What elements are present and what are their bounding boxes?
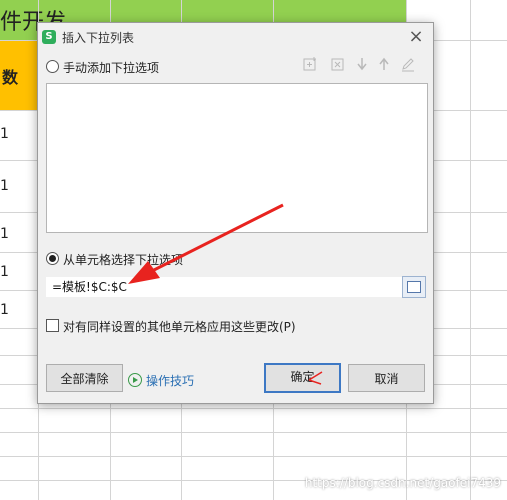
wps-app-icon: S xyxy=(42,30,56,44)
grid-line xyxy=(0,456,507,457)
edit-item-icon[interactable] xyxy=(400,56,416,72)
ok-button[interactable]: 确定 xyxy=(264,363,341,393)
apply-all-label[interactable]: 对有同样设置的其他单元格应用这些更改(P) xyxy=(63,318,296,335)
header-cell-text: 数 xyxy=(2,68,19,87)
dropdown-items-list[interactable] xyxy=(46,83,428,233)
cell-value: 1 xyxy=(0,126,9,142)
manual-option-label[interactable]: 手动添加下拉选项 xyxy=(63,59,159,76)
delete-item-icon[interactable] xyxy=(330,56,346,72)
tips-link[interactable]: 操作技巧 xyxy=(146,372,194,389)
grid-line xyxy=(0,432,507,433)
dialog-titlebar[interactable]: S 插入下拉列表 × xyxy=(38,23,433,51)
cell-option-label[interactable]: 从单元格选择下拉选项 xyxy=(63,251,183,268)
dialog-title: 插入下拉列表 xyxy=(62,31,135,45)
clear-all-button[interactable]: 全部清除 xyxy=(46,364,123,392)
close-button[interactable]: × xyxy=(405,26,427,48)
grid-line xyxy=(0,408,507,409)
cell-option-radio[interactable] xyxy=(46,252,59,265)
cell-value: 1 xyxy=(0,302,9,318)
add-item-icon[interactable] xyxy=(302,56,318,72)
source-range-input[interactable]: =模板!$C:$C xyxy=(46,277,404,297)
range-select-button[interactable] xyxy=(402,276,426,298)
cancel-button[interactable]: 取消 xyxy=(348,364,425,392)
cell-value: 1 xyxy=(0,226,9,242)
cell-value: 1 xyxy=(0,264,9,280)
insert-dropdown-dialog: S 插入下拉列表 × 手动添加下拉选项 从单元格选择下拉选项 =模板!$C:$C… xyxy=(37,22,434,404)
range-select-icon xyxy=(407,281,421,293)
manual-option-radio[interactable] xyxy=(46,60,59,73)
grid-line xyxy=(470,0,471,500)
play-icon xyxy=(128,373,142,387)
cell-value: 1 xyxy=(0,178,9,194)
move-up-icon[interactable] xyxy=(376,56,392,72)
watermark: https://blog.csdn.net/gaofei7439 xyxy=(304,476,501,490)
move-down-icon[interactable] xyxy=(354,56,370,72)
apply-all-checkbox[interactable] xyxy=(46,319,59,332)
